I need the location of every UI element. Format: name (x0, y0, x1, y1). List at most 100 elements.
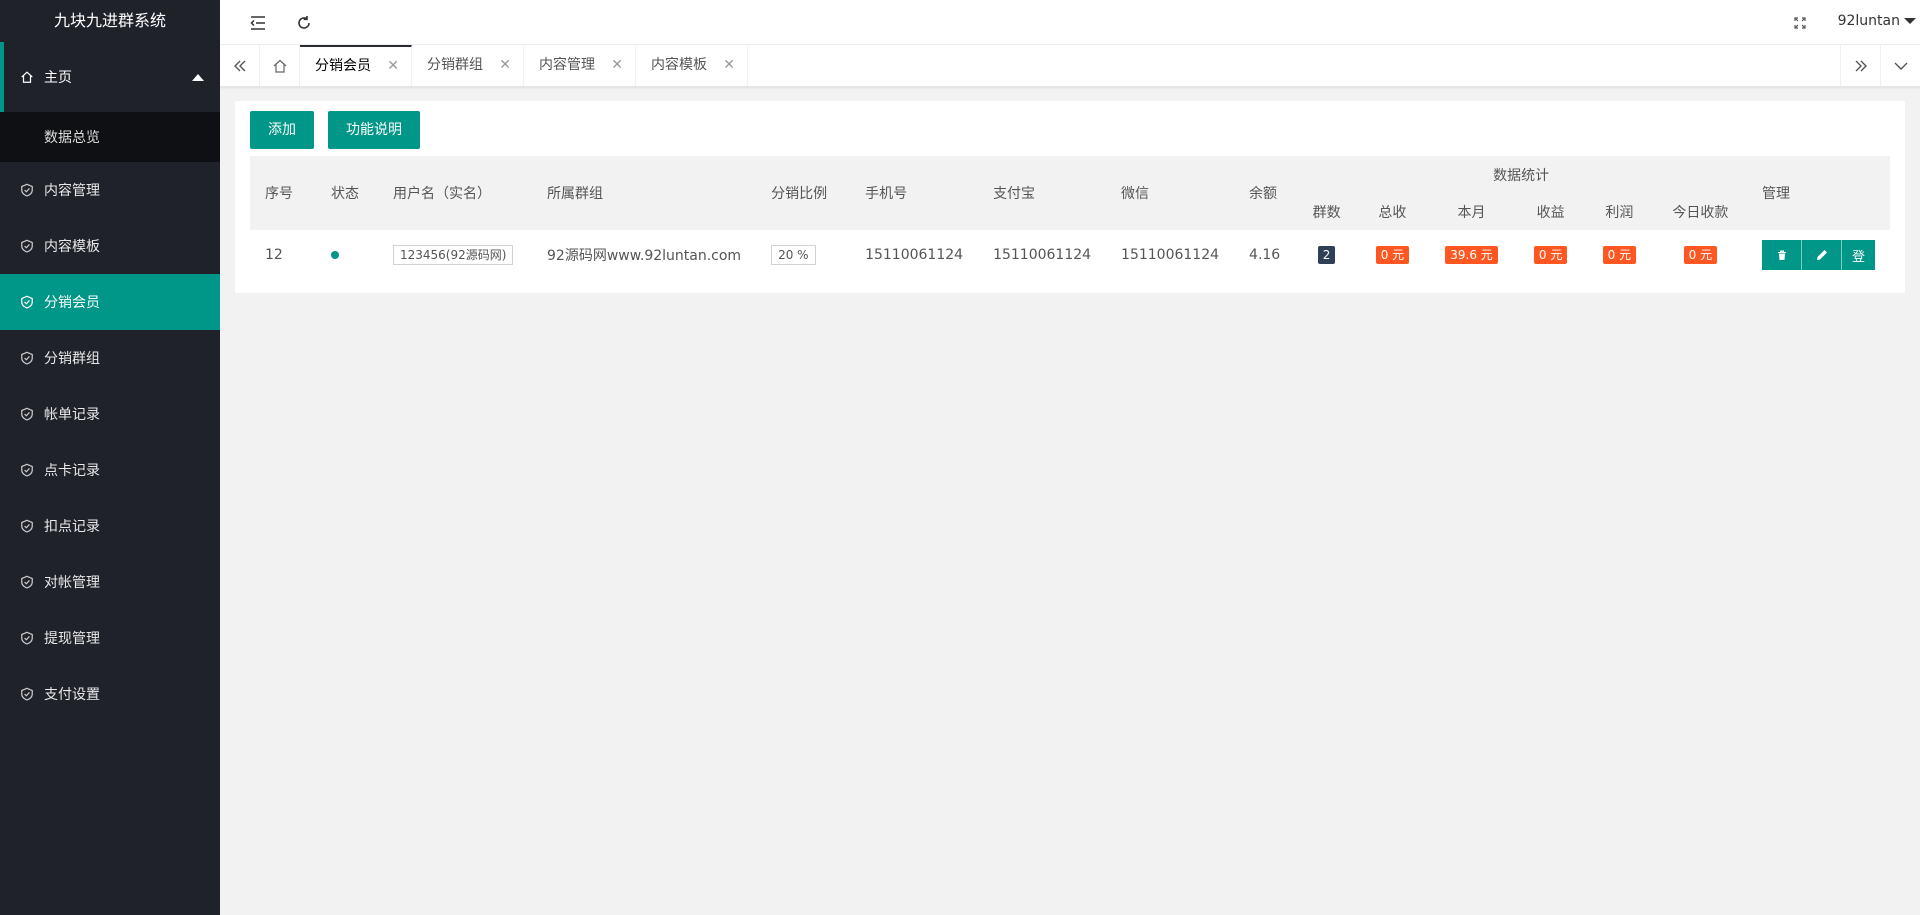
top-header: 92luntan (220, 0, 1920, 45)
shield-check-icon (20, 295, 34, 309)
tabs-menu-button[interactable] (1880, 45, 1920, 86)
sidebar-item[interactable]: 扣点记录 (0, 498, 220, 554)
col-index: 序号 (265, 186, 293, 202)
col-group: 所属群组 (547, 186, 603, 202)
col-stat: 总收 (1378, 204, 1407, 221)
caret-up-icon (192, 74, 204, 81)
col-alipay: 支付宝 (993, 186, 1036, 202)
tab-label: 内容模板 (651, 57, 707, 73)
tab-item[interactable]: 分销会员 ✕ (300, 45, 412, 86)
cell-today: 0 元 (1654, 230, 1747, 280)
cell-groups: 2 (1295, 230, 1358, 280)
tab-label: 分销群组 (427, 57, 483, 73)
refresh-icon (298, 15, 310, 29)
sidebar-item-label: 对帐管理 (44, 575, 100, 591)
sidebar-item-label: 帐单记录 (44, 407, 100, 423)
sidebar-item-label: 分销群组 (44, 351, 100, 367)
shield-check-icon (20, 183, 34, 197)
sidebar-item[interactable]: 提现管理 (0, 610, 220, 666)
sidebar-item[interactable]: 内容模板 (0, 218, 220, 274)
groups-badge: 2 (1317, 246, 1336, 264)
pencil-icon (1816, 250, 1827, 260)
close-icon[interactable]: ✕ (611, 45, 623, 86)
shield-check-icon (20, 407, 34, 421)
refresh-button[interactable] (284, 0, 324, 45)
members-table: 序号 状态 用户名（实名） 所属群组 分销比例 手机号 支付宝 微信 余额 数据… (250, 156, 1890, 280)
col-stat: 今日收款 (1672, 204, 1729, 221)
col-stat: 收益 (1536, 204, 1565, 221)
main-panel: 添加 功能说明 序号 状态 用户名（实名） 所属群组 分销比例 手机号 支付宝 … (235, 101, 1905, 293)
sidebar-item[interactable]: 分销会员 (0, 274, 220, 330)
tab-item[interactable]: 内容模板 ✕ (636, 45, 748, 86)
sidebar-item-label: 主页 (44, 70, 72, 86)
status-dot (331, 251, 339, 259)
add-button[interactable]: 添加 (250, 111, 314, 149)
cell-actions: 登 (1747, 230, 1890, 280)
col-stat: 本月 (1457, 204, 1486, 221)
sidebar-item-label: 支付设置 (44, 687, 100, 703)
sidebar-item-overview[interactable]: 数据总览 (0, 112, 220, 162)
col-manage: 管理 (1762, 186, 1790, 202)
col-ratio: 分销比例 (771, 186, 828, 202)
username-tag: 123456(92源码网) (393, 245, 514, 265)
sidebar-item[interactable]: 对帐管理 (0, 554, 220, 610)
fullscreen-icon (1794, 16, 1806, 29)
tab-item[interactable]: 内容管理 ✕ (524, 45, 636, 86)
cell-month: 39.6 元 (1427, 230, 1516, 280)
close-icon[interactable]: ✕ (723, 45, 735, 86)
shield-check-icon (20, 351, 34, 365)
tab-item[interactable]: 分销群组 ✕ (412, 45, 524, 86)
sidebar-item-label: 点卡记录 (44, 463, 100, 479)
delete-button[interactable] (1762, 240, 1802, 270)
cell-income: 0 元 (1516, 230, 1585, 280)
home-icon (20, 70, 34, 84)
menu-toggle-button[interactable] (238, 0, 278, 45)
user-name: 92luntan (1837, 13, 1900, 29)
close-icon[interactable]: ✕ (499, 45, 511, 86)
shield-check-icon (20, 631, 34, 645)
sidebar-item[interactable]: 内容管理 (0, 162, 220, 218)
shield-check-icon (20, 239, 34, 253)
edit-button[interactable] (1802, 240, 1842, 270)
sidebar-item[interactable]: 点卡记录 (0, 442, 220, 498)
tab-label: 内容管理 (539, 57, 595, 73)
tabs-scroll-left-button[interactable] (220, 45, 260, 86)
sidebar-item[interactable]: 支付设置 (0, 666, 220, 722)
sidebar-item-label: 数据总览 (44, 130, 100, 146)
fullscreen-button[interactable] (1780, 0, 1820, 45)
cell-total: 0 元 (1358, 230, 1427, 280)
login-button[interactable]: 登 (1842, 240, 1875, 270)
cell-alipay: 15110061124 (993, 247, 1092, 263)
today-badge: 0 元 (1683, 246, 1718, 264)
sidebar-item[interactable]: 帐单记录 (0, 386, 220, 442)
tabs-scroll-right-button[interactable] (1840, 45, 1880, 86)
col-username: 用户名（实名） (393, 186, 491, 202)
cell-status (316, 230, 378, 280)
chevron-down-icon (1894, 62, 1907, 70)
profit-badge: 0 元 (1602, 246, 1637, 264)
col-wechat: 微信 (1121, 186, 1150, 202)
col-stat: 利润 (1605, 204, 1634, 221)
cell-ratio: 20 % (756, 230, 850, 280)
sidebar-item[interactable]: 分销群组 (0, 330, 220, 386)
col-stats: 数据统计 (1493, 167, 1550, 184)
double-chevron-right-icon (1855, 60, 1867, 71)
cell-profit: 0 元 (1585, 230, 1654, 280)
tab-label: 分销会员 (315, 58, 371, 74)
close-icon[interactable]: ✕ (387, 47, 399, 85)
shield-check-icon (20, 575, 34, 589)
table-row: 12 123456(92源码网) 92源码网www.92luntan.com 20 %… (250, 230, 1890, 280)
home-icon (273, 59, 286, 73)
month-badge: 39.6 元 (1445, 246, 1498, 264)
caret-down-icon (1904, 18, 1916, 24)
sidebar-item-home[interactable]: 主页 (0, 42, 220, 112)
total-badge: 0 元 (1375, 246, 1410, 264)
shield-check-icon (20, 463, 34, 477)
user-menu[interactable]: 92luntan (1838, 0, 1916, 42)
sidebar: 九块九进群系统 主页 数据总览 内容管理 内容模板 分销会员 分销群组 帐单记录 点卡记录… (0, 0, 220, 915)
cell-balance: 4.16 (1249, 247, 1281, 263)
help-button[interactable]: 功能说明 (328, 111, 420, 149)
tab-home[interactable] (260, 45, 300, 86)
cell-index: 12 (265, 247, 283, 263)
sidebar-item-label: 提现管理 (44, 631, 100, 647)
